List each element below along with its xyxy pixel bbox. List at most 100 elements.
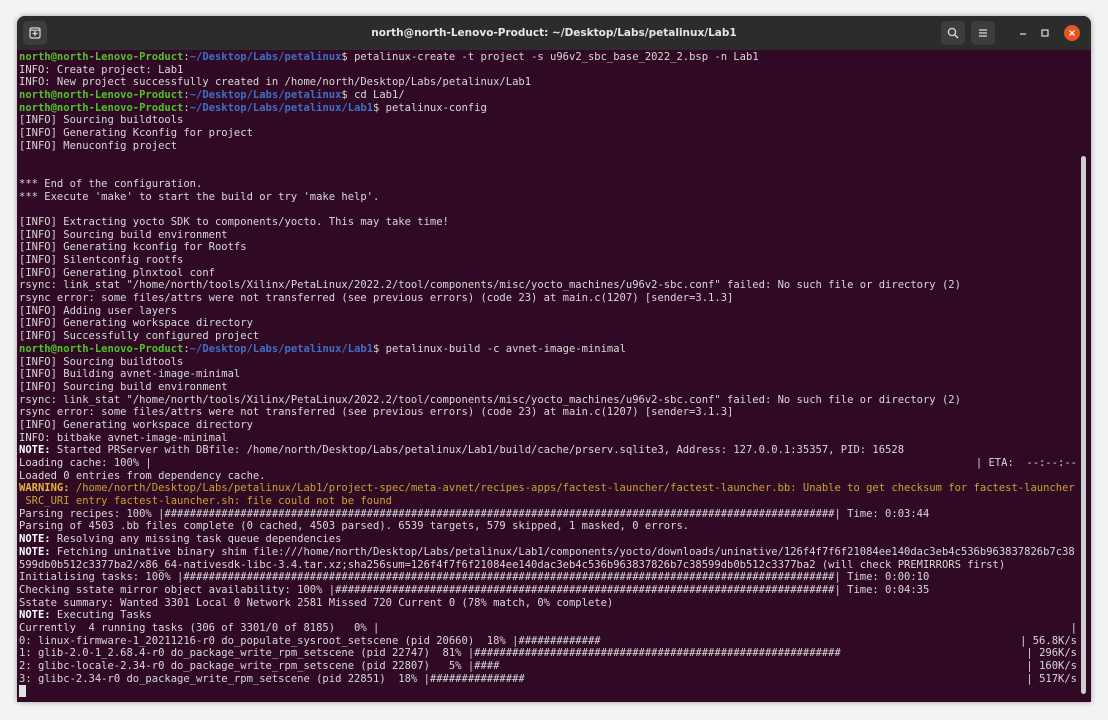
terminal-line: rsync error: some files/attrs were not t… <box>19 406 1083 419</box>
terminal-line: 599db0b512c3377ba2/x86_64-nativesdk-libc… <box>19 559 1083 572</box>
output-text: Parsing of 4503 .bb files complete (0 ca… <box>19 520 690 533</box>
prompt-user: north@north-Lenovo-Product <box>19 101 184 114</box>
output-text: [INFO] Generating workspace directory <box>19 317 253 330</box>
output-text: [INFO] Generating kconfig for Rootfs <box>19 241 247 254</box>
terminal-line: [INFO] Menuconfig project <box>19 140 1083 153</box>
output-text: Resolving any missing task queue depende… <box>50 533 342 546</box>
command-text: $ petalinux-create -t project -s u96v2_s… <box>341 51 759 63</box>
output-text: Sstate summary: Wanted 3301 Local 0 Netw… <box>19 596 614 609</box>
menu-button[interactable] <box>971 21 995 45</box>
output-text: INFO: Create project: Lab1 <box>19 63 184 76</box>
terminal-line: rsync: link_stat "/home/north/tools/Xili… <box>19 279 1083 292</box>
terminal-line: 0: linux-firmware-1_20211216-r0 do_popul… <box>19 635 1083 648</box>
output-text: *** End of the configuration. <box>19 177 203 190</box>
output-text: [INFO] Extracting yocto SDK to component… <box>19 215 449 228</box>
title-bar[interactable]: north@north-Lenovo-Product: ~/Desktop/La… <box>17 16 1091 50</box>
terminal-line: NOTE: Fetching uninative binary shim fil… <box>19 546 1083 559</box>
terminal-line: [INFO] Successfully configured project <box>19 330 1083 343</box>
prompt-user: north@north-Lenovo-Product <box>19 89 184 102</box>
output-text: Parsing recipes: 100% |#################… <box>19 507 930 520</box>
terminal-line: WARNING: /home/north/Desktop/Labs/petali… <box>19 482 1083 495</box>
terminal-line: north@north-Lenovo-Product:~/Desktop/Lab… <box>19 342 626 355</box>
output-text: [INFO] Menuconfig project <box>19 139 178 152</box>
output-text: rsync error: some files/attrs were not t… <box>19 292 734 305</box>
output-text: [INFO] Sourcing buildtools <box>19 355 184 368</box>
output-text: [INFO] Building avnet-image-minimal <box>19 368 241 381</box>
output-text: 1: glib-2.0-1_2.68.4-r0 do_package_write… <box>19 647 841 660</box>
terminal-line: NOTE: Resolving any missing task queue d… <box>19 533 1083 546</box>
prompt-path: ~/Desktop/Labs/petalinux <box>189 51 342 63</box>
right-status: | ETA: --:--:-- <box>975 457 1077 469</box>
terminal-line: *** Execute 'make' to start the build or… <box>19 191 1083 204</box>
prompt-path: ~/Desktop/Labs/petalinux <box>189 89 342 102</box>
terminal-output: north@north-Lenovo-Product:~/Desktop/Lab… <box>19 51 1083 698</box>
terminal-window: north@north-Lenovo-Product: ~/Desktop/La… <box>17 16 1091 702</box>
right-status: | <box>1070 621 1077 634</box>
output-text: [INFO] Generating plnxtool conf <box>19 266 215 279</box>
terminal-line: *** End of the configuration. <box>19 178 1083 191</box>
terminal-line: 3: glibc-2.34-r0 do_package_write_rpm_se… <box>19 673 1083 686</box>
new-tab-button[interactable] <box>23 21 47 45</box>
maximize-icon <box>1041 29 1049 37</box>
prompt-path: ~/Desktop/Labs/petalinux/Lab1 <box>189 342 374 355</box>
terminal-line: [INFO] Generating Kconfig for project <box>19 127 1083 140</box>
search-button[interactable] <box>941 21 965 45</box>
terminal-line: Checking sstate mirror object availabili… <box>19 584 1083 597</box>
output-text: 2: glibc-locale-2.34-r0 do_package_write… <box>19 660 500 672</box>
prompt-path: ~/Desktop/Labs/petalinux/Lab1 <box>189 101 374 114</box>
warning-label: WARNING: <box>19 482 70 495</box>
terminal-line: [INFO] Sourcing build environment <box>19 381 1083 394</box>
terminal-line: rsync: link_stat "/home/north/tools/Xili… <box>19 394 1083 407</box>
window-title: north@north-Lenovo-Product: ~/Desktop/La… <box>371 27 737 39</box>
output-text: 3: glibc-2.34-r0 do_package_write_rpm_se… <box>19 672 525 685</box>
terminal-line: [INFO] Extracting yocto SDK to component… <box>19 216 1083 229</box>
search-icon <box>947 27 959 39</box>
output-text: Initialising tasks: 100% |##############… <box>19 571 930 584</box>
output-text: Currently 4 running tasks (306 of 3301/0… <box>19 621 380 634</box>
right-status: | 296K/s <box>1026 647 1077 660</box>
scrollbar[interactable] <box>1081 156 1086 694</box>
terminal-line: NOTE: Executing Tasks <box>19 609 1083 622</box>
prompt-user: north@north-Lenovo-Product <box>19 342 184 355</box>
terminal-line: [INFO] Sourcing buildtools <box>19 114 1083 127</box>
terminal-output-area[interactable]: north@north-Lenovo-Product:~/Desktop/Lab… <box>17 50 1091 702</box>
output-text: Fetching uninative binary shim file:///h… <box>50 545 1075 558</box>
note-label: NOTE: <box>19 609 51 622</box>
text-cursor <box>19 685 26 698</box>
note-label: NOTE: <box>19 533 51 546</box>
terminal-line: [INFO] Generating workspace directory <box>19 419 1083 432</box>
command-text: $ cd Lab1/ <box>341 89 405 102</box>
terminal-line: NOTE: Started PRServer with DBfile: /hom… <box>19 444 1083 457</box>
right-status: | 56.8K/s <box>1020 634 1077 647</box>
command-text: $ petalinux-config <box>373 101 487 114</box>
output-text: [INFO] Silentconfig rootfs <box>19 254 184 266</box>
terminal-line: SRC_URI entry factest-launcher.sh: file … <box>19 495 1083 508</box>
warning-text: SRC_URI entry factest-launcher.sh: file … <box>19 495 392 508</box>
output-text: Loading cache: 100% | <box>19 457 152 469</box>
minimize-icon <box>1020 33 1026 35</box>
terminal-line: Parsing recipes: 100% |#################… <box>19 508 1083 521</box>
terminal-line: [INFO] Silentconfig rootfs <box>19 254 1083 267</box>
maximize-button[interactable] <box>1037 25 1053 41</box>
right-status: | 517K/s <box>1026 672 1077 685</box>
terminal-line: [INFO] Sourcing buildtools <box>19 356 1083 369</box>
right-status: | 160K/s <box>1026 660 1077 672</box>
close-button[interactable] <box>1064 25 1080 41</box>
terminal-line: [INFO] Building avnet-image-minimal <box>19 368 1083 381</box>
terminal-line: rsync error: some files/attrs were not t… <box>19 292 1083 305</box>
terminal-line: north@north-Lenovo-Product:~/Desktop/Lab… <box>19 51 759 63</box>
terminal-line: north@north-Lenovo-Product:~/Desktop/Lab… <box>19 89 405 102</box>
cursor-line <box>19 685 1083 698</box>
terminal-line: north@north-Lenovo-Product:~/Desktop/Lab… <box>19 101 487 114</box>
terminal-line: Sstate summary: Wanted 3301 Local 0 Netw… <box>19 597 1083 610</box>
output-text: Checking sstate mirror object availabili… <box>19 583 930 596</box>
terminal-line: 2: glibc-locale-2.34-r0 do_package_write… <box>19 660 1083 673</box>
minimize-button[interactable] <box>1015 25 1031 41</box>
note-label: NOTE: <box>19 444 51 457</box>
output-text: rsync error: some files/attrs were not t… <box>19 406 734 419</box>
terminal-line: INFO: Create project: Lab1 <box>19 64 1083 77</box>
output-text: 0: linux-firmware-1_20211216-r0 do_popul… <box>19 634 601 647</box>
output-text: [INFO] Sourcing build environment <box>19 228 228 241</box>
